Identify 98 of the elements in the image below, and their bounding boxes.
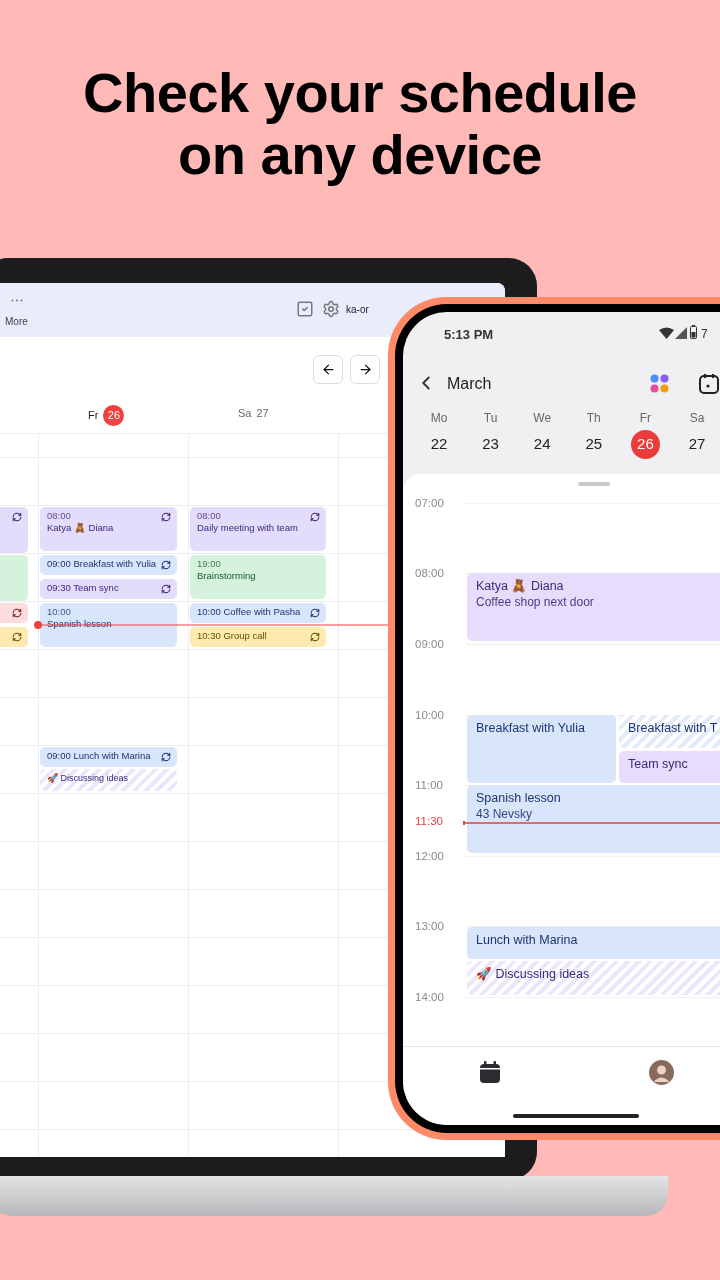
- event-card[interactable]: 09:30 Team sync: [40, 579, 177, 599]
- event-subtitle: Coffee shop next door: [476, 596, 595, 609]
- repeat-icon: [12, 632, 22, 642]
- signal-icon: [675, 327, 687, 339]
- event-card[interactable]: [0, 627, 28, 647]
- event-card[interactable]: 🚀 Discussing ideas: [467, 961, 720, 995]
- hour-label: 13:00: [415, 919, 444, 933]
- battery-level: 7: [701, 326, 708, 343]
- more-label[interactable]: More: [5, 314, 28, 329]
- event-title: Team sync: [628, 757, 689, 772]
- event-title: 🚀 Discussing ideas: [47, 773, 129, 783]
- tasks-icon[interactable]: [296, 300, 314, 318]
- hour-label: 10:00: [415, 708, 444, 722]
- event-card[interactable]: 08:00 Daily meeting with team: [190, 507, 326, 551]
- more-dots-icon: [11, 299, 23, 302]
- event-title: Breakfast with T: [628, 721, 719, 736]
- event-title: 09:00 Lunch with Marina: [47, 750, 151, 761]
- event-card[interactable]: 09:00 Breakfast with Yulia: [40, 555, 177, 575]
- event-title: Spanish lesson: [47, 618, 113, 630]
- event-title: 10:30 Group call: [197, 630, 267, 641]
- avatar-icon[interactable]: [649, 1060, 674, 1085]
- account-name[interactable]: ka-or: [346, 302, 369, 317]
- battery-icon: [690, 325, 697, 339]
- event-title: Katya 🧸 Diana: [47, 522, 115, 534]
- event-card[interactable]: 10:00 Spanish lesson: [40, 603, 177, 647]
- event-card[interactable]: Spanish lesson 43 Nevsky: [467, 785, 720, 853]
- event-title: Breakfast with Yulia: [476, 721, 586, 736]
- settings-icon[interactable]: [322, 300, 340, 318]
- event-time: 08:00: [197, 510, 222, 522]
- next-button[interactable]: [350, 355, 380, 384]
- repeat-icon: [310, 608, 320, 618]
- weekday-label: Tu: [483, 410, 498, 426]
- status-time: 5:13 PM: [444, 326, 494, 344]
- event-card[interactable]: 09:00 Lunch with Marina: [40, 747, 177, 767]
- previous-button[interactable]: [313, 355, 343, 384]
- event-card[interactable]: Team sync: [619, 751, 720, 783]
- repeat-icon: [161, 560, 171, 570]
- month-title: March: [447, 374, 492, 394]
- repeat-icon: [310, 632, 320, 642]
- weekday-label: Fr: [88, 408, 99, 424]
- weekday-label: Mo: [430, 410, 448, 426]
- hour-label: 07:00: [415, 496, 444, 510]
- hour-label: 14:00: [415, 990, 444, 1004]
- event-time: 08:00: [47, 510, 72, 522]
- date-cell[interactable]: 22: [424, 430, 454, 459]
- hour-label: 12:00: [415, 849, 444, 863]
- repeat-icon: [161, 752, 171, 762]
- weekday-label: Fr: [639, 410, 652, 426]
- date-cell[interactable]: 24: [527, 430, 557, 459]
- event-title: Brainstorming: [197, 570, 257, 582]
- event-card[interactable]: Breakfast with T: [619, 715, 720, 748]
- event-card[interactable]: Katya 🧸 Diana Coffee shop next door: [467, 573, 720, 641]
- repeat-icon: [310, 512, 320, 522]
- repeat-icon: [161, 512, 171, 522]
- event-time: 19:00: [197, 558, 222, 570]
- event-card[interactable]: 10:30 Group call: [190, 627, 326, 647]
- event-card[interactable]: 10:00 Coffee with Pasha: [190, 603, 326, 623]
- date-cell[interactable]: 25: [579, 430, 609, 459]
- event-title: Spanish lesson: [476, 791, 562, 806]
- arrow-right-icon: [357, 362, 373, 377]
- calendar-icon[interactable]: [480, 1061, 500, 1083]
- repeat-icon: [12, 608, 22, 618]
- weekday-label: Th: [586, 410, 601, 426]
- event-title: Katya 🧸 Diana: [476, 579, 565, 594]
- date-cell[interactable]: 26: [630, 430, 660, 459]
- event-card[interactable]: Lunch with Marina: [467, 927, 720, 959]
- drag-handle[interactable]: [578, 482, 610, 486]
- hour-label: 11:00: [415, 778, 443, 792]
- hour-label: 08:00: [415, 566, 444, 580]
- apps-icon[interactable]: [650, 374, 669, 393]
- wifi-icon: [659, 327, 674, 339]
- event-card[interactable]: 🚀 Discussing ideas: [40, 769, 177, 791]
- hour-label: 11:30: [415, 814, 443, 828]
- event-title: 10:00 Coffee with Pasha: [197, 606, 301, 617]
- date-badge[interactable]: 27: [256, 405, 269, 422]
- event-card[interactable]: 19:00 Brainstorming: [190, 555, 326, 599]
- hour-label: 09:00: [415, 637, 444, 651]
- event-title: 09:00 Breakfast with Yulia: [47, 558, 157, 569]
- event-title: Daily meeting with team: [197, 522, 299, 534]
- event-title: Lunch with Marina: [476, 933, 579, 948]
- repeat-icon: [161, 584, 171, 594]
- event-card[interactable]: Breakfast with Yulia: [467, 715, 616, 783]
- event-card[interactable]: 08:00 Katya 🧸 Diana: [40, 507, 177, 551]
- date-cell[interactable]: 23: [476, 430, 506, 459]
- event-subtitle: 43 Nevsky: [476, 808, 534, 821]
- date-badge[interactable]: 26: [103, 405, 125, 426]
- weekday-label: Sa: [238, 406, 252, 421]
- date-cell[interactable]: 27: [682, 430, 712, 459]
- headline: Check your schedule: [83, 62, 637, 124]
- calendar-today-icon[interactable]: [699, 373, 719, 394]
- event-title: 🚀 Discussing ideas: [476, 967, 591, 982]
- repeat-icon: [12, 512, 22, 522]
- headline: on any device: [178, 124, 542, 186]
- event-time: 10:00: [47, 606, 72, 618]
- weekday-label: Sa: [689, 410, 705, 426]
- event-title: 09:30 Team sync: [47, 582, 119, 593]
- event-card[interactable]: [0, 603, 28, 623]
- weekday-label: We: [533, 410, 552, 426]
